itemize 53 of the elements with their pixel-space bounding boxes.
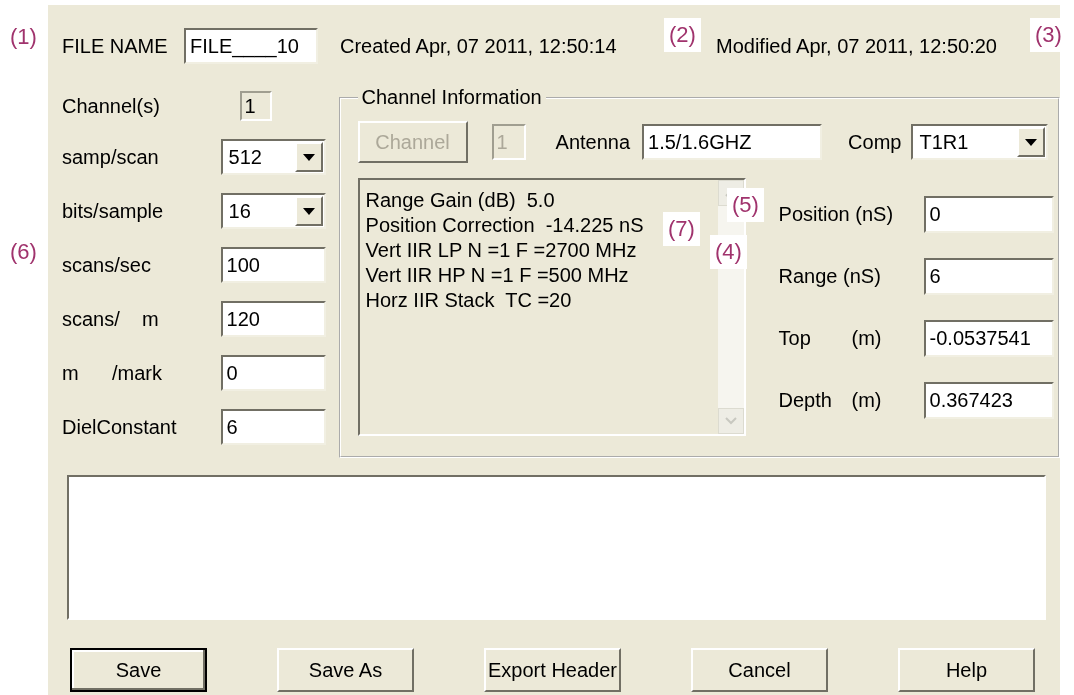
dialog-button[interactable]: Help <box>898 648 1035 692</box>
dialog-button[interactable]: Cancel <box>691 648 828 692</box>
comp-dropdown[interactable]: T1R1 <box>911 124 1049 160</box>
dropdown-arrow-icon <box>302 153 315 161</box>
callout-number: (4) <box>710 235 747 269</box>
field-label: scans/ m <box>62 307 159 331</box>
input-field[interactable]: 100 <box>220 247 326 283</box>
modified-date: Modified Apr, 07 2011, 12:50:20 <box>716 34 997 58</box>
info-line: Position Correction -14.225 nS <box>365 213 644 238</box>
unit-label: (m) <box>851 326 883 350</box>
callout-number: (5) <box>727 188 764 222</box>
comp-label: Comp <box>848 130 902 154</box>
group-title: Channel Information <box>360 86 543 109</box>
input-field[interactable]: 0 <box>923 195 1054 233</box>
scroll-down-icon <box>724 417 737 425</box>
callout-number: (7) <box>663 212 700 246</box>
input-field[interactable]: 6 <box>220 409 326 445</box>
dropdown[interactable]: 16 <box>220 193 326 229</box>
field-label: scans/sec <box>62 253 151 277</box>
field-label: Channel(s) <box>62 94 160 118</box>
callout-number: (2) <box>664 18 701 52</box>
field-label: Top <box>778 326 812 350</box>
dialog-button[interactable]: Save <box>70 648 207 692</box>
unit-label: (m) <box>851 388 883 412</box>
dropdown[interactable]: 512 <box>220 139 326 175</box>
field-label: samp/scan <box>62 145 159 169</box>
field-label: Position (nS) <box>778 202 895 226</box>
field-label: bits/sample <box>62 199 164 223</box>
file-name-label: FILE NAME <box>62 34 169 58</box>
dialog-button[interactable]: Save As <box>277 648 414 692</box>
info-line: Horz IIR Stack TC =20 <box>365 288 572 313</box>
field-label: m /mark <box>62 361 162 385</box>
channel-count-field: 1 <box>239 91 272 121</box>
input-field[interactable]: -0.0537541 <box>923 319 1054 357</box>
channel-number-field: 1 <box>491 124 526 160</box>
antenna-field[interactable]: 1.5/1.6GHZ <box>642 124 823 160</box>
created-date: Created Apr, 07 2011, 12:50:14 <box>340 34 618 58</box>
dropdown-arrow-icon <box>1025 138 1038 146</box>
dialog-button[interactable]: Export Header <box>484 648 621 692</box>
antenna-label: Antenna <box>555 130 631 154</box>
file-name-field[interactable]: FILE____10 <box>184 28 318 64</box>
input-field[interactable]: 6 <box>923 257 1054 295</box>
input-field[interactable]: 0 <box>220 355 326 391</box>
field-label: Depth <box>778 388 833 412</box>
info-line: Vert IIR HP N =1 F =500 MHz <box>365 263 629 288</box>
info-line: Range Gain (dB) 5.0 <box>365 188 555 213</box>
field-label: Range (nS) <box>778 264 882 288</box>
info-line: Vert IIR LP N =1 F =2700 MHz <box>365 238 637 263</box>
notes-box[interactable] <box>67 475 1046 620</box>
field-label: DielConstant <box>62 415 177 439</box>
dropdown-arrow-icon <box>302 207 315 215</box>
input-field[interactable]: 0.367423 <box>923 381 1054 419</box>
input-field[interactable]: 120 <box>220 301 326 337</box>
